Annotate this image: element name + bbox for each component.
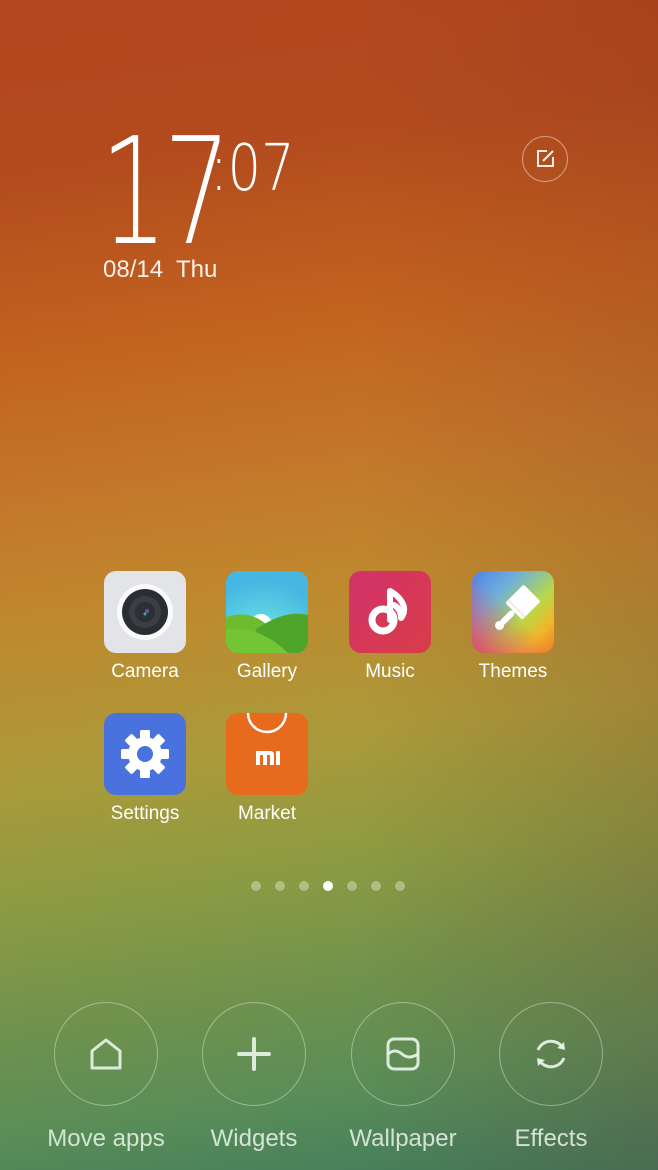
edit-icon — [537, 150, 554, 167]
edit-button[interactable] — [522, 136, 568, 182]
action-label: Widgets — [210, 1125, 298, 1152]
app-gallery[interactable]: Gallery — [207, 571, 327, 684]
app-label: Market — [237, 803, 297, 824]
app-label: Themes — [478, 661, 548, 682]
widgets-button[interactable]: Widgets — [179, 1002, 329, 1154]
camera-icon — [104, 571, 186, 653]
app-camera[interactable]: Camera — [85, 571, 205, 684]
gallery-icon — [226, 571, 308, 653]
clock-date: 08/14 Thu — [103, 256, 218, 283]
themes-brush-icon — [472, 571, 554, 653]
page-dot[interactable] — [251, 881, 261, 891]
gear-icon — [104, 713, 186, 795]
widgets-circle[interactable] — [202, 1002, 306, 1106]
effects-button[interactable]: Effects — [476, 1002, 626, 1154]
app-label: Settings — [110, 803, 180, 824]
effects-circle[interactable] — [499, 1002, 603, 1106]
wallpaper-button[interactable]: Wallpaper — [328, 1002, 478, 1154]
page-dot[interactable] — [371, 881, 381, 891]
page-dot[interactable] — [299, 881, 309, 891]
refresh-icon — [536, 1039, 566, 1069]
clock-minute: :07 — [210, 132, 295, 206]
app-label: Gallery — [236, 661, 298, 682]
action-label: Move apps — [47, 1125, 165, 1152]
move-apps-circle[interactable] — [54, 1002, 158, 1106]
clock-hour: 17 — [100, 106, 231, 278]
wallpaper-icon — [386, 1037, 420, 1071]
action-label: Effects — [514, 1125, 588, 1152]
music-icon — [349, 571, 431, 653]
app-themes[interactable]: Themes — [453, 571, 573, 684]
wallpaper-circle[interactable] — [351, 1002, 455, 1106]
page-indicator[interactable] — [251, 881, 405, 891]
page-dot-active[interactable] — [323, 881, 333, 891]
move-apps-button[interactable]: Move apps — [31, 1002, 181, 1154]
app-label: Camera — [111, 661, 179, 682]
app-label: Music — [365, 661, 415, 682]
app-music[interactable]: Music — [330, 571, 450, 684]
plus-icon — [237, 1037, 271, 1071]
page-dot[interactable] — [395, 881, 405, 891]
mi-market-icon — [226, 713, 308, 795]
app-settings[interactable]: Settings — [85, 713, 205, 826]
action-label: Wallpaper — [349, 1125, 457, 1152]
page-dot[interactable] — [275, 881, 285, 891]
home-icon — [90, 1038, 122, 1070]
page-dot[interactable] — [347, 881, 357, 891]
app-market[interactable]: Market — [207, 713, 327, 826]
